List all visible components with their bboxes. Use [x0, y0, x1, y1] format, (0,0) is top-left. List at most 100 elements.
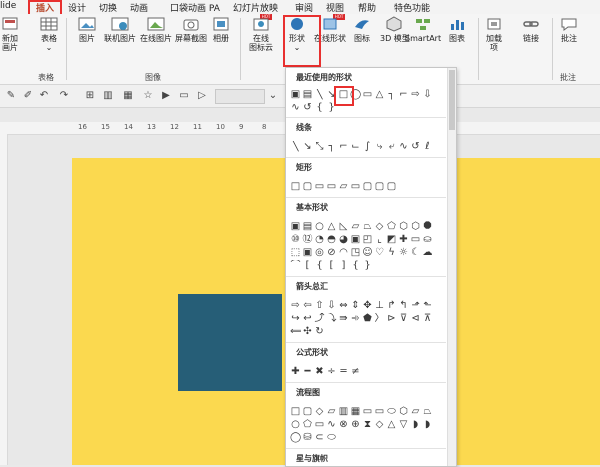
- online-picture2-button[interactable]: 在线图片: [139, 16, 173, 43]
- dodecagon-icon[interactable]: ⑫: [302, 234, 313, 245]
- freeform-icon[interactable]: ↺: [410, 141, 421, 152]
- arrow-line-icon[interactable]: ↘: [302, 141, 313, 152]
- elbow-arrow-shape[interactable]: ⌐: [398, 89, 409, 100]
- chevron-icon[interactable]: 〉: [374, 313, 385, 324]
- comment-button[interactable]: 批注: [558, 16, 580, 43]
- moon-icon[interactable]: ☾: [410, 247, 421, 258]
- snip-2-rect-icon[interactable]: ▭: [326, 181, 337, 192]
- data-icon[interactable]: ▱: [326, 406, 337, 417]
- sort-icon[interactable]: ◇: [374, 419, 385, 430]
- divide-sign-icon[interactable]: ÷: [326, 366, 337, 377]
- album-button[interactable]: 相册: [210, 16, 232, 43]
- curved-down-arrow-icon[interactable]: ⤵: [326, 313, 337, 324]
- tab-pocket-animation[interactable]: 口袋动画 PA: [170, 1, 220, 14]
- scrollbar-thumb[interactable]: [449, 70, 455, 130]
- grid-icon[interactable]: ▦: [122, 90, 134, 102]
- curved-up-arrow-icon[interactable]: ⤴: [314, 313, 325, 324]
- tab-help[interactable]: 帮助: [358, 1, 376, 14]
- process-icon[interactable]: □: [290, 406, 301, 417]
- delay-icon[interactable]: ◗: [422, 419, 433, 430]
- text-box-icon[interactable]: ▭: [178, 90, 190, 102]
- alt-process-icon[interactable]: ▢: [302, 406, 313, 417]
- diamond-icon[interactable]: ◇: [374, 221, 385, 232]
- oval-icon[interactable]: ○: [314, 221, 325, 232]
- heptagon-icon[interactable]: ⬡: [410, 221, 421, 232]
- connector-icon[interactable]: ○: [290, 419, 301, 430]
- donut-icon[interactable]: ◎: [314, 247, 325, 258]
- left-callout-icon[interactable]: ⊲: [410, 313, 421, 324]
- tab-features[interactable]: 特色功能: [394, 1, 430, 14]
- display-icon[interactable]: ⬭: [326, 432, 337, 443]
- hexagon-icon[interactable]: ⬡: [398, 221, 409, 232]
- snip-diag-rect-icon[interactable]: ▱: [338, 181, 349, 192]
- bent-arrow-icon[interactable]: ↱: [386, 300, 397, 311]
- preparation-icon[interactable]: ⬡: [398, 406, 409, 417]
- plus-icon[interactable]: ✚: [398, 234, 409, 245]
- tab-view[interactable]: 视图: [326, 1, 344, 14]
- double-arrow-line-icon[interactable]: ⤡: [314, 141, 325, 152]
- equal-sign-icon[interactable]: ═: [338, 366, 349, 377]
- offpage-icon[interactable]: ⬠: [302, 419, 313, 430]
- rounded-rect-icon[interactable]: ▢: [302, 181, 313, 192]
- direct-storage-icon[interactable]: ⊂: [314, 432, 325, 443]
- summing-icon[interactable]: ⊗: [338, 419, 349, 430]
- multiply-sign-icon[interactable]: ✖: [314, 366, 325, 377]
- plaque-icon[interactable]: ▭: [410, 234, 421, 245]
- elbow-arrow-icon[interactable]: ⌐: [338, 141, 349, 152]
- diag-stripe-icon[interactable]: ◩: [386, 234, 397, 245]
- marker-icon[interactable]: ✐: [22, 90, 34, 102]
- decagon-icon[interactable]: ⑩: [290, 234, 301, 245]
- curved-right-arrow-icon[interactable]: ↪: [290, 313, 301, 324]
- elbow-icon[interactable]: ┐: [326, 141, 337, 152]
- online-icons-button[interactable]: HOT 在线 图标云: [246, 14, 276, 52]
- pie-icon[interactable]: ◔: [314, 234, 325, 245]
- tab-transition[interactable]: 切换: [99, 1, 117, 14]
- tab-review[interactable]: 审阅: [295, 1, 313, 14]
- vertical-text-box-shape[interactable]: ▤: [302, 89, 313, 100]
- brace-shape[interactable]: {: [314, 102, 325, 113]
- predefined-icon[interactable]: ▥: [338, 406, 349, 417]
- screenshot-button[interactable]: 屏幕截图: [174, 16, 208, 43]
- bent-up-arrow-icon[interactable]: ⬑: [422, 300, 433, 311]
- double-brace-icon[interactable]: {: [314, 260, 325, 271]
- triangle-shape[interactable]: △: [374, 89, 385, 100]
- striped-arrow-icon[interactable]: ⇛: [338, 313, 349, 324]
- right-block-arrow-icon[interactable]: ⇨: [290, 300, 301, 311]
- undo-icon[interactable]: ↶: [38, 90, 50, 102]
- down-block-arrow-icon[interactable]: ⇩: [326, 300, 337, 311]
- u-turn-arrow-icon[interactable]: ↰: [398, 300, 409, 311]
- addins-button[interactable]: 加载 项: [482, 16, 506, 52]
- heart-icon[interactable]: ♡: [374, 247, 385, 258]
- redo-icon[interactable]: ↷: [58, 90, 70, 102]
- no-symbol-icon[interactable]: ⊘: [326, 247, 337, 258]
- freeform-shape[interactable]: ↺: [302, 102, 313, 113]
- trapezoid-icon[interactable]: ⏢: [362, 221, 373, 232]
- document-icon[interactable]: ▭: [362, 406, 373, 417]
- distribute-icon[interactable]: ▥: [102, 90, 114, 102]
- chord-icon[interactable]: ◓: [326, 234, 337, 245]
- not-equal-sign-icon[interactable]: ≠: [350, 366, 361, 377]
- cube-shape-icon[interactable]: ⬚: [290, 247, 301, 258]
- internal-storage-icon[interactable]: ▦: [350, 406, 361, 417]
- star-icon[interactable]: ☆: [142, 90, 154, 102]
- left-block-arrow-icon[interactable]: ⇦: [302, 300, 313, 311]
- left-up-arrow-icon[interactable]: ⬏: [410, 300, 421, 311]
- left-bracket-icon[interactable]: [: [326, 260, 337, 271]
- card-icon[interactable]: ▭: [314, 419, 325, 430]
- or-icon[interactable]: ⊕: [350, 419, 361, 430]
- teardrop-icon[interactable]: ◕: [338, 234, 349, 245]
- link-button[interactable]: 链接: [520, 16, 542, 43]
- circular-arrow-icon[interactable]: ↻: [314, 326, 325, 337]
- punched-tape-icon[interactable]: ∿: [326, 419, 337, 430]
- quad-callout-icon[interactable]: ✣: [302, 326, 313, 337]
- picture-button[interactable]: 图片: [74, 16, 100, 43]
- right-bracket-icon[interactable]: ]: [338, 260, 349, 271]
- line-shape[interactable]: ╲: [314, 89, 325, 100]
- terminator-icon[interactable]: ⬭: [386, 406, 397, 417]
- icons-button[interactable]: 图标: [352, 16, 372, 43]
- up-block-arrow-icon[interactable]: ⇧: [314, 300, 325, 311]
- font-dropdown-icon[interactable]: ⌄: [267, 90, 279, 102]
- media-icon[interactable]: ▶: [160, 90, 172, 102]
- round-2-rect-icon[interactable]: ▢: [374, 181, 385, 192]
- text-box-shape[interactable]: ▣: [290, 89, 301, 100]
